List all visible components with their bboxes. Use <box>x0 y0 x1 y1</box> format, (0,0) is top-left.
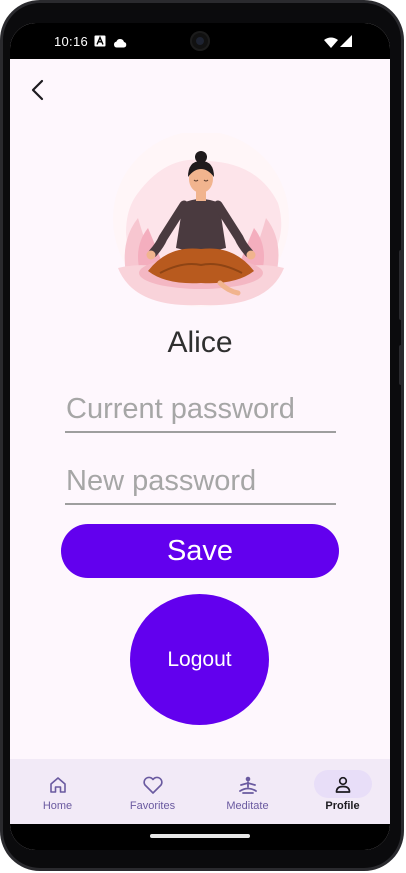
nav-item-profile[interactable]: Profile <box>295 759 390 824</box>
back-button[interactable] <box>24 75 54 105</box>
gesture-bar-area <box>10 824 390 850</box>
front-camera <box>190 31 210 51</box>
app-screen: 10:16 Alice Save Logout Home Favorites M… <box>10 23 390 850</box>
meditate-icon <box>237 775 259 800</box>
nav-label-profile: Profile <box>325 800 360 812</box>
heart-icon <box>142 775 164 800</box>
nav-item-meditate[interactable]: Meditate <box>200 759 295 824</box>
profile-name: Alice <box>167 326 233 359</box>
home-gesture-bar[interactable] <box>150 834 250 838</box>
status-bar: 10:16 <box>10 23 390 59</box>
current-password-field[interactable] <box>65 387 336 433</box>
signal-icon <box>340 34 352 52</box>
nav-label-home: Home <box>42 800 73 812</box>
back-arrow-icon <box>31 79 44 101</box>
home-icon <box>48 775 68 800</box>
cloud-icon <box>113 35 127 53</box>
nav-label-favorites: Favorites <box>129 800 176 812</box>
volume-button <box>399 250 404 320</box>
new-password-field[interactable] <box>65 459 336 505</box>
nav-item-home[interactable]: Home <box>10 759 105 824</box>
nav-item-favorites[interactable]: Favorites <box>105 759 200 824</box>
wifi-icon <box>324 35 338 53</box>
meditation-illustration <box>108 131 294 313</box>
person-icon <box>333 775 353 800</box>
accessibility-icon <box>94 34 106 52</box>
logout-button[interactable]: Logout <box>130 594 269 725</box>
bottom-navigation: Home Favorites Meditate Profile <box>10 759 390 824</box>
power-button <box>399 345 404 385</box>
save-button[interactable]: Save <box>61 524 339 578</box>
status-time: 10:16 <box>54 34 89 49</box>
nav-label-meditate: Meditate <box>226 800 269 812</box>
